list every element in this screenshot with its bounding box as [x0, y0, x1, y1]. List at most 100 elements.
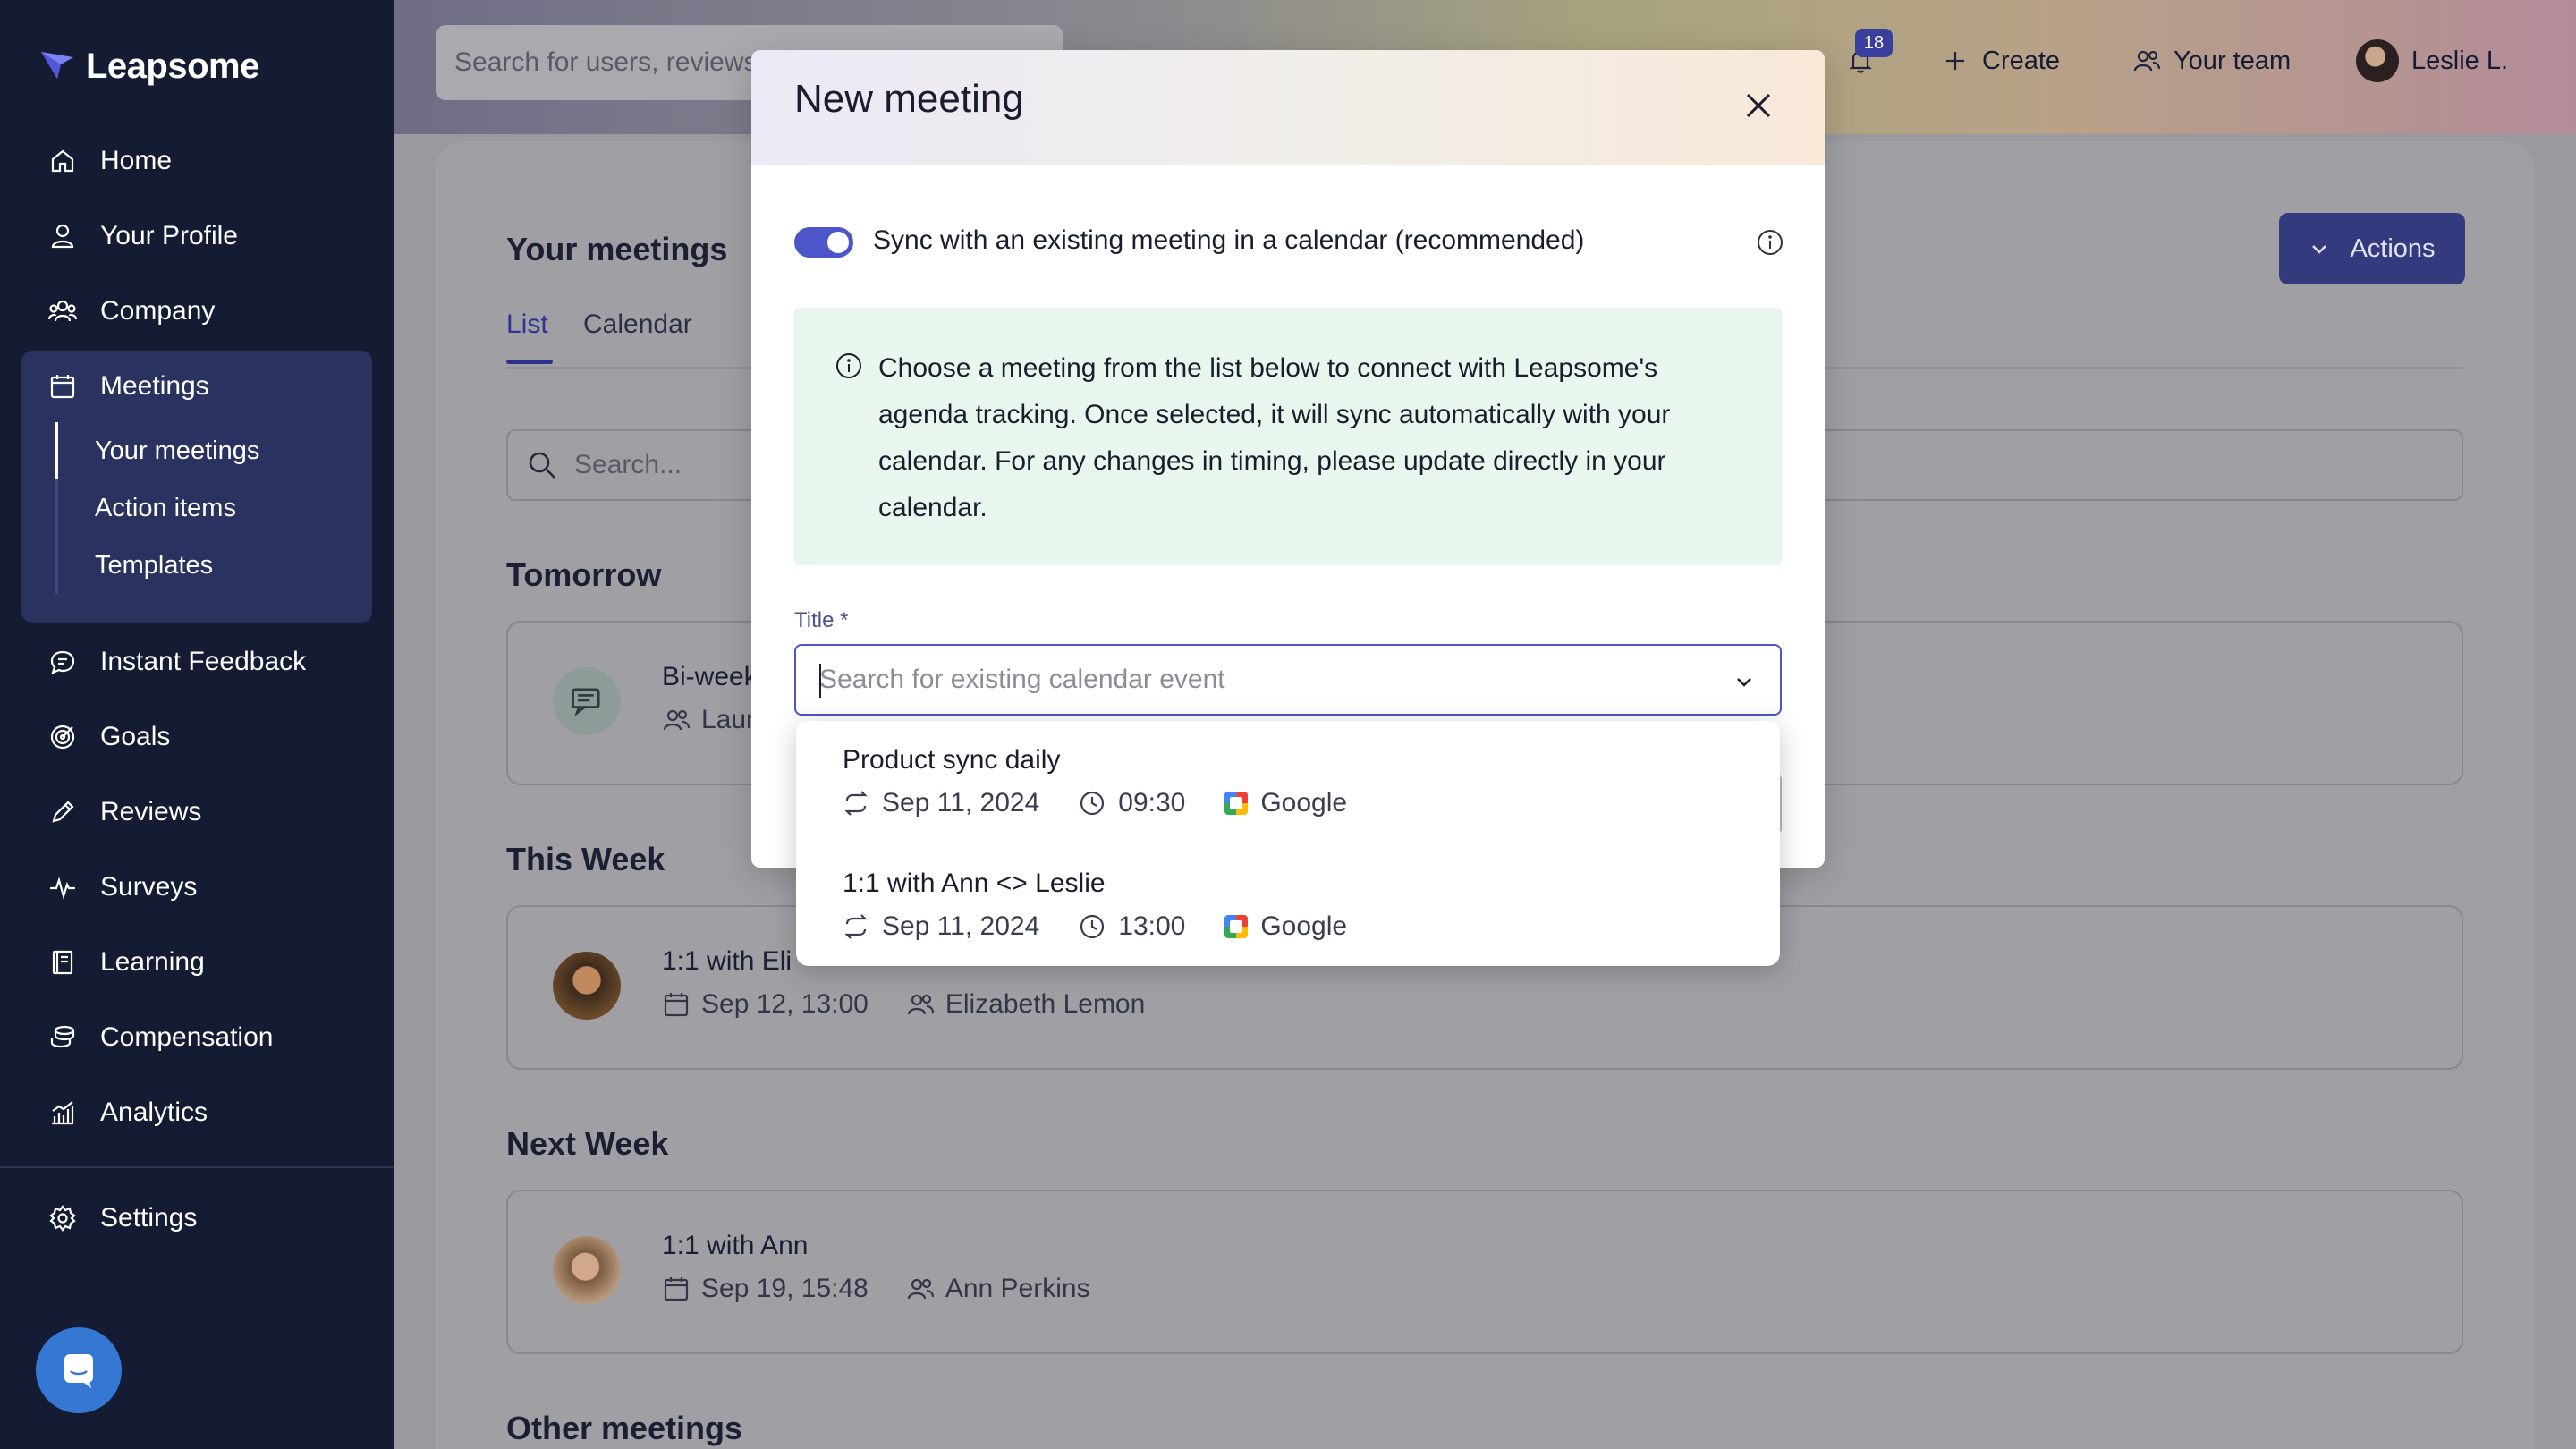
- user-menu[interactable]: Leslie L.: [2356, 36, 2508, 86]
- users-icon: [907, 994, 934, 1015]
- sidebar-item-meetings[interactable]: Meetings: [47, 361, 209, 411]
- calendar-event-dropdown: Product sync daily Sep 11, 2024 09:30 Go…: [796, 721, 1780, 966]
- notification-badge: 18: [1855, 29, 1893, 57]
- target-icon: [47, 721, 79, 753]
- sidebar-item-settings[interactable]: Settings: [47, 1193, 197, 1243]
- calendar-icon: [664, 1277, 689, 1301]
- search-icon: [529, 452, 555, 479]
- section-next-week: Next Week: [506, 1125, 669, 1162]
- event-title: 1:1 with Ann <> Leslie: [843, 869, 1106, 898]
- sidebar-item-learning[interactable]: Learning: [47, 937, 205, 987]
- user-name: Leslie L.: [2411, 46, 2509, 75]
- text-caret: [819, 664, 821, 698]
- google-calendar-icon: [1224, 792, 1249, 815]
- coins-icon: [47, 1021, 79, 1054]
- create-button[interactable]: Create: [1941, 36, 2060, 86]
- meeting-card-next-week[interactable]: 1:1 with Ann Sep 19, 15:48 Ann Perkins: [506, 1190, 2463, 1354]
- meeting-participants: Laur: [701, 705, 756, 734]
- page-title: Your meetings: [506, 231, 728, 267]
- event-source: Google: [1260, 911, 1348, 941]
- section-other-meetings: Other meetings: [506, 1410, 743, 1446]
- sidebar-item-label: Learning: [100, 947, 205, 977]
- sync-calendar-toggle[interactable]: [794, 227, 853, 258]
- clock-icon: [1080, 791, 1105, 816]
- google-calendar-icon: [1224, 915, 1249, 938]
- calendar-icon: [664, 993, 689, 1017]
- meeting-meta: Sep 12, 13:00 Elizabeth Lemon: [662, 989, 1145, 1020]
- chevron-down-icon[interactable]: [1732, 669, 1757, 694]
- meeting-title: 1:1 with Ann: [662, 1231, 809, 1260]
- close-button[interactable]: [1739, 86, 1778, 125]
- event-time: 13:00: [1118, 911, 1186, 941]
- plus-icon: [1946, 52, 1964, 70]
- home-icon: [47, 145, 79, 177]
- sidebar: Leapsome Home Your Profile Company Meeti…: [0, 0, 394, 1449]
- sidebar-item-instant-feedback[interactable]: Instant Feedback: [47, 637, 306, 687]
- actions-button[interactable]: Actions: [2279, 213, 2465, 284]
- tab-list[interactable]: List: [506, 309, 548, 340]
- chat-icon: [47, 646, 79, 678]
- meeting-participants: Elizabeth Lemon: [945, 989, 1146, 1019]
- sidebar-item-label: Company: [100, 296, 216, 326]
- gear-icon: [47, 1202, 79, 1234]
- sync-calendar-label: Sync with an existing meeting in a calen…: [873, 225, 1585, 255]
- sidebar-item-company[interactable]: Company: [47, 286, 215, 336]
- meeting-date: Sep 19, 15:48: [701, 1274, 869, 1303]
- sidebar-item-surveys[interactable]: Surveys: [47, 862, 197, 912]
- event-source: Google: [1260, 788, 1348, 818]
- users-icon: [47, 295, 79, 327]
- meeting-participants: Ann Perkins: [945, 1274, 1090, 1303]
- sidebar-item-compensation[interactable]: Compensation: [47, 1013, 273, 1063]
- sidebar-item-label: Your Profile: [100, 221, 238, 250]
- info-icon: [834, 351, 864, 381]
- sidebar-item-label: Compensation: [100, 1022, 274, 1052]
- sidebar-item-home[interactable]: Home: [47, 136, 172, 186]
- event-time: 09:30: [1118, 788, 1186, 818]
- event-date: Sep 11, 2024: [882, 788, 1040, 818]
- meeting-title: Bi-week: [662, 662, 758, 691]
- your-team-button[interactable]: Your team: [2132, 36, 2291, 86]
- tab-active-underline: [506, 360, 553, 364]
- notice-text: Choose a meeting from the list below to …: [878, 353, 1671, 522]
- support-chat-button[interactable]: [36, 1327, 122, 1413]
- calendar-event-search-input[interactable]: Search for existing calendar event: [794, 644, 1782, 716]
- sidebar-subitem-action-items[interactable]: Action items: [95, 490, 236, 526]
- sidebar-item-goals[interactable]: Goals: [47, 712, 170, 762]
- event-date: Sep 11, 2024: [882, 911, 1040, 941]
- meeting-title: 1:1 with Eli: [662, 946, 792, 976]
- calendar-event-option[interactable]: Product sync daily Sep 11, 2024 09:30 Go…: [843, 742, 1347, 821]
- avatar: [2356, 39, 2399, 82]
- event-meta: Sep 11, 2024 09:30 Google: [843, 785, 1347, 821]
- info-icon[interactable]: [1755, 227, 1785, 258]
- sidebar-subitem-templates[interactable]: Templates: [95, 547, 213, 583]
- section-tomorrow: Tomorrow: [506, 556, 662, 593]
- sidebar-item-label: Settings: [100, 1203, 198, 1233]
- toggle-knob: [827, 232, 849, 253]
- sidebar-subitem-your-meetings[interactable]: Your meetings: [95, 433, 259, 469]
- modal-title: New meeting: [794, 77, 1024, 121]
- event-title: Product sync daily: [843, 745, 1061, 775]
- chart-icon: [47, 1097, 79, 1129]
- logo[interactable]: Leapsome: [38, 43, 259, 89]
- meeting-meta: Laur: [662, 705, 755, 735]
- actions-label: Actions: [2350, 233, 2436, 263]
- users-icon: [907, 1278, 934, 1300]
- sidebar-item-reviews[interactable]: Reviews: [47, 787, 201, 837]
- logo-text: Leapsome: [86, 46, 259, 86]
- submenu-active-indicator: [55, 422, 58, 479]
- sidebar-divider: [0, 1166, 394, 1168]
- user-icon: [47, 220, 79, 252]
- calendar-event-option[interactable]: 1:1 with Ann <> Leslie Sep 11, 2024 13:0…: [843, 866, 1347, 945]
- sidebar-item-label: Analytics: [100, 1097, 208, 1127]
- clock-icon: [1080, 914, 1105, 939]
- tab-calendar[interactable]: Calendar: [583, 309, 692, 340]
- chat-icon: [572, 688, 600, 716]
- sidebar-item-profile[interactable]: Your Profile: [47, 211, 238, 261]
- sidebar-item-label: Reviews: [100, 797, 202, 826]
- sidebar-item-analytics[interactable]: Analytics: [47, 1088, 208, 1138]
- meeting-type-icon: [553, 667, 621, 735]
- sidebar-item-label: Surveys: [100, 872, 198, 902]
- repeat-icon: [844, 791, 868, 816]
- title-field-label: Title *: [794, 608, 849, 632]
- chat-support-icon: [64, 1354, 93, 1388]
